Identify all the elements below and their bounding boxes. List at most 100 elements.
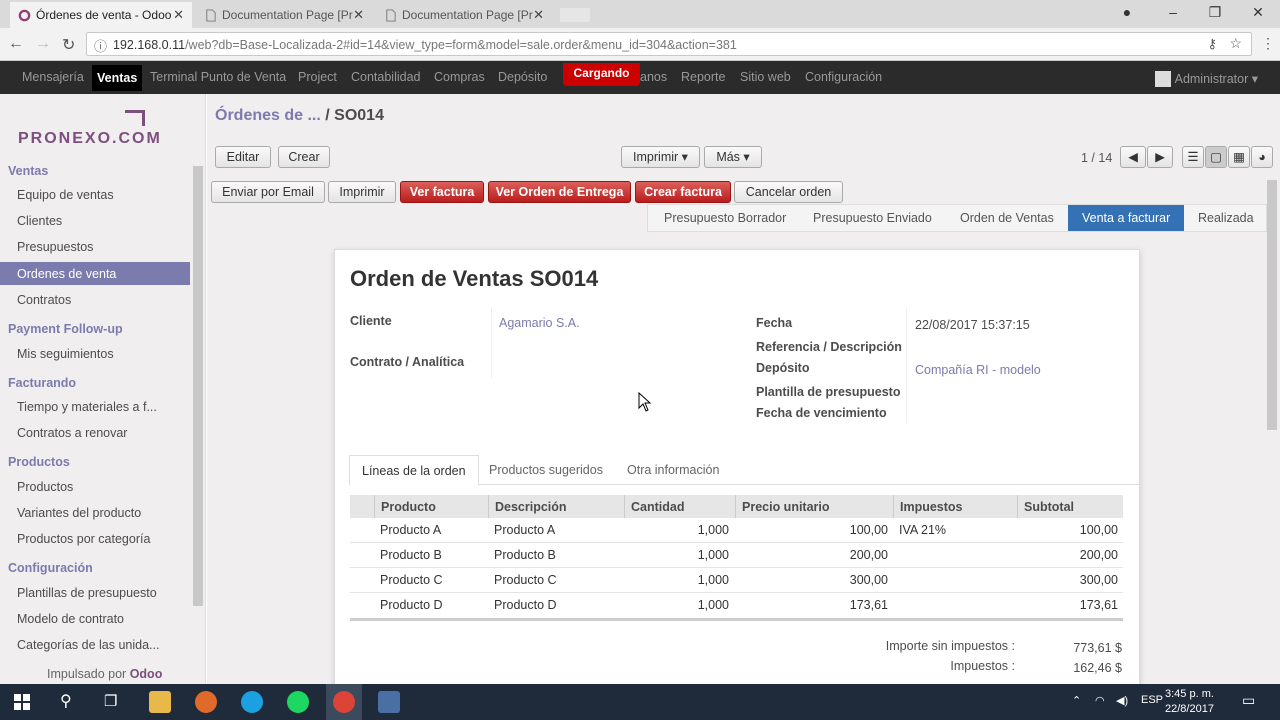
sidebar-scrollbar[interactable] [193,166,203,606]
cliente-field[interactable]: Agamario S.A. [499,316,580,330]
list-view-icon[interactable]: ☰ [1182,146,1204,168]
notifications-icon[interactable]: ▭ [1242,692,1255,709]
browser-tab-doc2[interactable]: Documentation Page [Pr ✕ [376,2,552,28]
close-window-icon[interactable]: ✕ [1248,4,1268,21]
table-row[interactable]: Producto B Producto B 1,000 200,00 200,0… [350,543,1123,568]
create-invoice-button[interactable]: Crear factura [635,181,731,203]
windows-start-icon[interactable] [14,694,30,710]
view-invoice-button[interactable]: Ver factura [400,181,484,203]
avatar[interactable] [1155,71,1171,87]
sidebar-item-contratos[interactable]: Contratos [17,293,71,307]
maximize-icon[interactable]: ❐ [1205,4,1225,21]
menu-pos[interactable]: Terminal Punto de Venta [150,70,286,84]
menu-project[interactable]: Project [298,70,337,84]
virtualbox-icon[interactable] [378,691,400,713]
firefox-icon[interactable] [195,691,217,713]
menu-sitio-web[interactable]: Sitio web [740,70,791,84]
more-dropdown[interactable]: Más ▾ [704,146,762,168]
sidebar-item-categoria[interactable]: Productos por categoría [17,532,150,546]
cancel-order-button[interactable]: Cancelar orden [734,181,843,203]
print-button[interactable]: Imprimir [328,181,396,203]
info-icon[interactable]: ⓘ [94,36,107,55]
forward-icon[interactable]: → [35,35,51,53]
sidebar-item-unidades[interactable]: Categorías de las unida... [17,638,159,652]
language-indicator[interactable]: ESP [1141,694,1163,706]
clock[interactable]: 3:45 p. m. 22/8/2017 [1165,687,1214,717]
form-view-icon[interactable]: ▢ [1205,146,1227,168]
browser-tab-active[interactable]: Órdenes de venta - Odoo ✕ [10,2,192,28]
star-icon[interactable]: ☆ [1229,35,1242,52]
menu-ventas[interactable]: Ventas [92,65,143,91]
sidebar-item-renovar[interactable]: Contratos a renovar [17,426,127,440]
col-producto[interactable]: Producto [374,495,488,518]
chrome-taskbar-active[interactable] [326,684,362,720]
back-icon[interactable]: ← [8,35,24,53]
menu-dots-icon[interactable]: ⋮ [1261,35,1275,52]
col-subtotal[interactable]: Subtotal [1017,495,1123,518]
col-impuestos[interactable]: Impuestos [893,495,1017,518]
stage-sent[interactable]: Presupuesto Enviado [813,211,932,225]
powered-by[interactable]: Impulsado por Odoo [47,667,162,681]
close-tab-icon[interactable]: ✕ [353,7,364,23]
sidebar-item-clientes[interactable]: Clientes [17,214,62,228]
menu-deposito[interactable]: Depósito [498,70,547,84]
edit-button[interactable]: Editar [215,146,271,168]
col-cantidad[interactable]: Cantidad [624,495,735,518]
menu-reporte[interactable]: Reporte [681,70,725,84]
table-row[interactable]: Producto D Producto D 1,000 173,61 173,6… [350,593,1123,621]
deposito-field[interactable]: Compañía RI - modelo [915,363,1041,377]
minimize-icon[interactable]: – [1163,4,1183,20]
breadcrumb-parent[interactable]: Órdenes de ... [215,107,321,124]
sidebar-item-seguimientos[interactable]: Mis seguimientos [17,347,114,361]
col-descripcion[interactable]: Descripción [488,495,624,518]
task-view-icon[interactable]: ❐ [104,692,117,710]
wifi-icon[interactable]: ◠ [1095,694,1105,707]
spotify-icon[interactable] [287,691,309,713]
menu-mensajeria[interactable]: Mensajería [22,70,84,84]
key-icon[interactable]: ⚷ [1207,36,1217,52]
user-menu[interactable]: Administrator ▾ [1175,71,1258,86]
reload-icon[interactable]: ↻ [62,35,75,55]
graph-view-icon[interactable]: ◕ [1251,146,1273,168]
chevron-up-icon[interactable]: ⌃ [1072,694,1081,707]
menu-compras[interactable]: Compras [434,70,485,84]
main-scrollbar[interactable] [1267,180,1277,430]
sidebar-item-equipo[interactable]: Equipo de ventas [17,188,114,202]
calendar-view-icon[interactable]: ▦ [1228,146,1250,168]
table-row[interactable]: Producto A Producto A 1,000 100,00 IVA 2… [350,518,1123,543]
browser-tab-doc1[interactable]: Documentation Page [Pr ✕ [196,2,372,28]
close-tab-icon[interactable]: ✕ [173,7,184,23]
stage-to-invoice[interactable]: Venta a facturar [1068,205,1185,231]
search-icon[interactable]: ⚲ [60,691,72,711]
tab-other-info[interactable]: Otra información [627,463,719,477]
sidebar-item-ordenes[interactable]: Ordenes de venta [0,262,190,285]
skype-icon[interactable] [241,691,263,713]
tab-suggested-products[interactable]: Productos sugeridos [489,463,603,477]
tab-order-lines[interactable]: Líneas de la orden [349,455,479,486]
view-delivery-button[interactable]: Ver Orden de Entrega [488,181,631,203]
file-explorer-icon[interactable] [149,691,171,713]
sidebar-item-variantes[interactable]: Variantes del producto [17,506,141,520]
volume-icon[interactable]: ◀) [1116,694,1128,707]
send-email-button[interactable]: Enviar por Email [211,181,325,203]
menu-planos[interactable]: anos [640,70,667,84]
col-precio[interactable]: Precio unitario [735,495,893,518]
url-input[interactable]: ⓘ 192.168.0.11/web?db=Base-Localizada-2#… [86,32,1252,56]
prev-record-icon[interactable]: ◀ [1120,146,1146,168]
create-button[interactable]: Crear [278,146,330,168]
new-tab-button[interactable] [560,8,590,22]
print-dropdown[interactable]: Imprimir ▾ [621,146,700,168]
profile-icon[interactable]: ● [1117,4,1137,20]
fecha-field[interactable]: 22/08/2017 15:37:15 [915,318,1030,332]
sidebar-item-productos[interactable]: Productos [17,480,73,494]
next-record-icon[interactable]: ▶ [1147,146,1173,168]
menu-configuracion[interactable]: Configuración [805,70,882,84]
stage-done[interactable]: Realizada [1198,211,1254,225]
stage-order[interactable]: Orden de Ventas [960,211,1054,225]
close-tab-icon[interactable]: ✕ [533,7,544,23]
sidebar-item-tiempo[interactable]: Tiempo y materiales a f... [17,400,157,414]
table-row[interactable]: Producto C Producto C 1,000 300,00 300,0… [350,568,1123,593]
sidebar-item-presupuestos[interactable]: Presupuestos [17,240,93,254]
menu-contabilidad[interactable]: Contabilidad [351,70,421,84]
stage-draft[interactable]: Presupuesto Borrador [664,211,786,225]
